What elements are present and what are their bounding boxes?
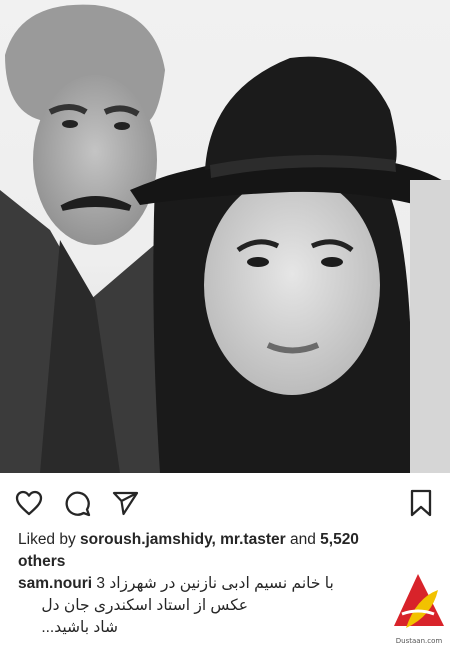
post-photo-illustration [0, 4, 450, 473]
post-photo[interactable] [0, 0, 450, 473]
heart-icon [15, 490, 43, 516]
like-button[interactable] [14, 488, 44, 518]
comment-button[interactable] [62, 488, 92, 518]
caption-line-1: با خانم نسیم ادبی نازنین در شهرزاد 3 [96, 575, 334, 592]
likes-others[interactable]: others [18, 553, 65, 570]
post-actions-bar [0, 480, 450, 524]
caption-line-3: شاد باشید... [41, 619, 118, 636]
likes-prefix: Liked by [18, 531, 76, 548]
paper-plane-icon [112, 491, 139, 516]
watermark-logo: Dustaan.com [388, 568, 450, 647]
post-caption: sam.nouri با خانم نسیم ادبی نازنین در شه… [18, 573, 418, 639]
save-button[interactable] [406, 488, 436, 518]
likes-count[interactable]: 5,520 [320, 531, 359, 548]
liked-users-link[interactable]: soroush.jamshidy, mr.taster [80, 531, 286, 548]
caption-line-2: عکس از استاد اسکندری جان دل [41, 597, 248, 614]
bookmark-icon [410, 489, 432, 517]
watermark-text: Dustaan.com [395, 637, 443, 645]
likes-joiner: and [289, 531, 316, 548]
caption-username[interactable]: sam.nouri [18, 575, 92, 592]
watermark-emblem [388, 568, 450, 636]
share-button[interactable] [110, 488, 140, 518]
likes-summary[interactable]: Liked by soroush.jamshidy, mr.taster and… [18, 529, 428, 573]
comment-icon [65, 491, 91, 517]
